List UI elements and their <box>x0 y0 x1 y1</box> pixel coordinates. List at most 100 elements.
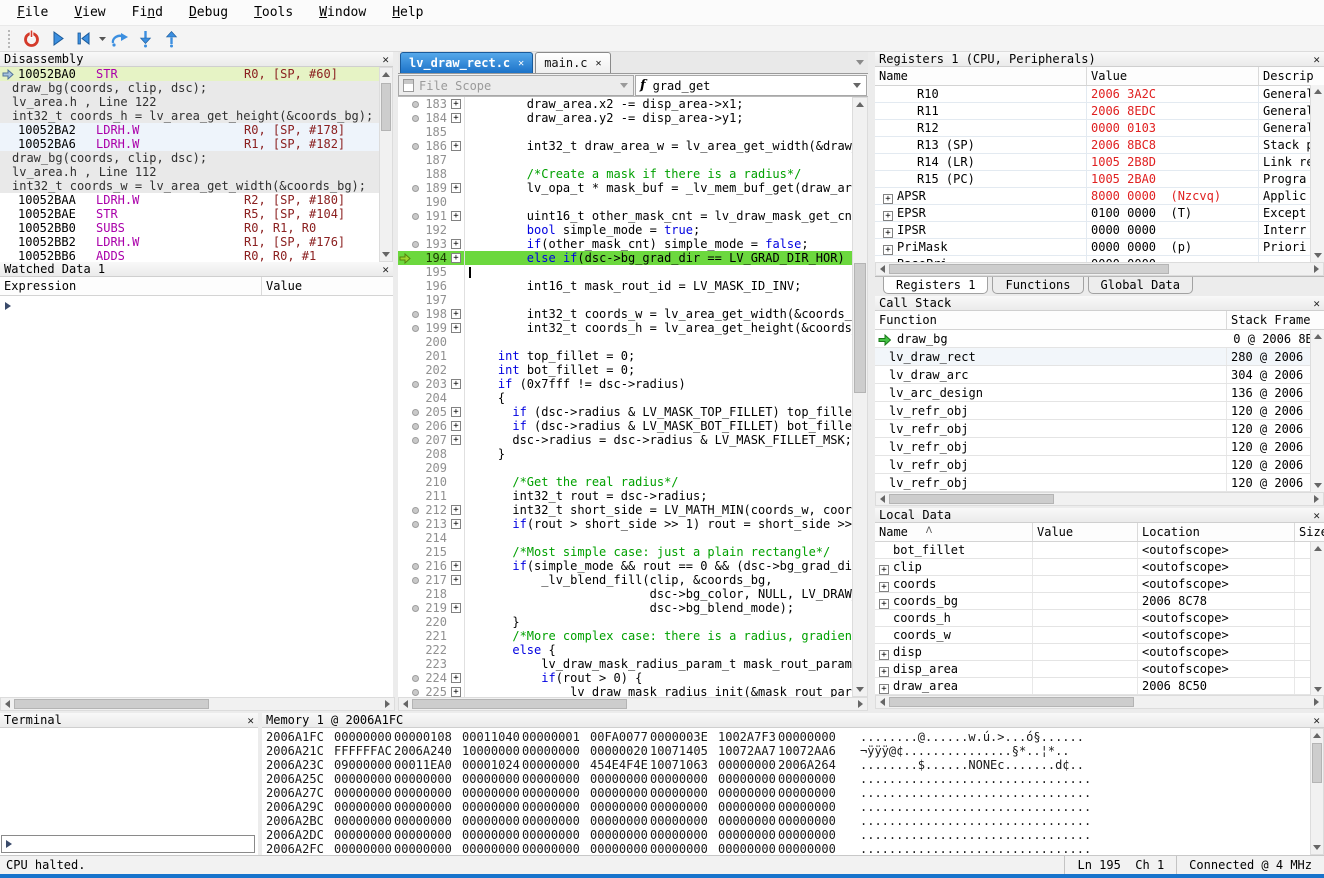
call-stack-row[interactable]: lv_refr_obj120 @ 2006 8F8 <box>875 438 1324 456</box>
fold-gutter[interactable] <box>447 223 464 237</box>
breakpoint-gutter[interactable] <box>411 251 420 265</box>
expand-icon[interactable]: + <box>879 582 889 592</box>
code-text[interactable]: } <box>464 447 852 461</box>
scrollbar-thumb[interactable] <box>1312 743 1322 783</box>
fold-gutter[interactable] <box>447 615 464 629</box>
memory-row[interactable]: 2006A1FC00000000000001080001104000000001… <box>266 730 1306 744</box>
code-text[interactable]: int top_fillet = 0; <box>464 349 852 363</box>
editor-horizontal-scrollbar[interactable] <box>398 697 868 711</box>
editor-tab-main.c[interactable]: main.c✕ <box>535 52 610 73</box>
fold-plus-icon[interactable]: + <box>451 407 461 417</box>
code-text[interactable]: if(rout > 0) { <box>464 671 852 685</box>
breakpoint-gutter[interactable] <box>411 167 420 181</box>
editor-line[interactable]: 216+ if(simple_mode && rout == 0 && (dsc… <box>398 559 852 573</box>
breakpoint-gutter[interactable] <box>411 545 420 559</box>
code-text[interactable]: dsc->bg_blend_mode); <box>464 601 852 615</box>
editor-line[interactable]: 214 <box>398 531 852 545</box>
expand-icon[interactable]: + <box>883 211 893 221</box>
breakpoint-gutter[interactable] <box>411 335 420 349</box>
scroll-left-icon[interactable] <box>876 493 889 505</box>
close-icon[interactable]: ✕ <box>1313 713 1320 728</box>
registers-horizontal-scrollbar[interactable] <box>875 262 1324 276</box>
local-data-row[interactable]: +disp<outofscope> <box>875 644 1324 661</box>
code-text[interactable]: int bot_fillet = 0; <box>464 363 852 377</box>
code-text[interactable] <box>464 195 852 209</box>
editor-line[interactable]: 195 <box>398 265 852 279</box>
scrollbar-thumb[interactable] <box>412 699 627 709</box>
memory-row[interactable]: 2006A29C00000000000000000000000000000000… <box>266 800 1306 814</box>
call-stack-row[interactable]: lv_draw_arc304 @ 2006 8CE <box>875 366 1324 384</box>
breakpoint-gutter[interactable] <box>411 419 420 433</box>
editor-line[interactable]: 190 <box>398 195 852 209</box>
expand-icon[interactable]: + <box>879 684 889 694</box>
code-text[interactable]: /*Most simple case: just a plain rectang… <box>464 545 852 559</box>
memory-row[interactable]: 2006A21CFFFFFFAC2006A2401000000000000000… <box>266 744 1306 758</box>
code-text[interactable]: bool simple_mode = true; <box>464 223 852 237</box>
breakpoint-gutter[interactable] <box>411 685 420 697</box>
terminal-input[interactable] <box>1 835 255 853</box>
editor-line[interactable]: 189+ lv_opa_t * mask_buf = _lv_mem_buf_g… <box>398 181 852 195</box>
breakpoint-gutter[interactable] <box>411 293 420 307</box>
editor-line[interactable]: 215 /*Most simple case: just a plain rec… <box>398 545 852 559</box>
editor-line[interactable]: 211 int32_t rout = dsc->radius; <box>398 489 852 503</box>
breakpoint-gutter[interactable] <box>411 503 420 517</box>
column-description[interactable]: Descrip <box>1259 67 1324 85</box>
scrollbar-thumb[interactable] <box>889 264 1169 274</box>
call-stack-row[interactable]: lv_draw_rect280 @ 2006 8BC <box>875 348 1324 366</box>
disasm-instruction-line[interactable]: 10052BA2LDRH.WR0, [SP, #178] <box>0 123 379 137</box>
memory-row[interactable]: 2006A2FC00000000000000000000000000000000… <box>266 842 1306 855</box>
fold-gutter[interactable]: + <box>447 517 464 531</box>
editor-line[interactable]: 224+ if(rout > 0) { <box>398 671 852 685</box>
close-icon[interactable]: ✕ <box>382 52 389 67</box>
fold-gutter[interactable]: + <box>447 251 464 265</box>
step-into-icon[interactable] <box>133 28 157 50</box>
column-value[interactable]: Value <box>1087 67 1259 85</box>
disasm-instruction-line[interactable]: 10052BAESTRR5, [SP, #104] <box>0 207 379 221</box>
code-text[interactable]: if(simple_mode && rout == 0 && (dsc->bg_… <box>464 559 852 573</box>
disasm-instruction-line[interactable]: 10052BB2LDRH.WR1, [SP, #176] <box>0 235 379 249</box>
power-icon[interactable] <box>19 28 43 50</box>
local-data-row[interactable]: +clip<outofscope> <box>875 559 1324 576</box>
fold-plus-icon[interactable]: + <box>451 505 461 515</box>
code-editor[interactable]: 183+ draw_area.x2 -= disp_area->x1;184+ … <box>398 97 852 697</box>
scroll-down-icon[interactable] <box>1311 249 1324 262</box>
breakpoint-gutter[interactable] <box>411 139 420 153</box>
breakpoint-gutter[interactable] <box>411 349 420 363</box>
fold-gutter[interactable]: + <box>447 209 464 223</box>
call-stack-row[interactable]: lv_refr_obj120 @ 2006 900 <box>875 456 1324 474</box>
column-name[interactable]: Nameᐱ <box>875 523 1033 541</box>
menu-find[interactable]: Find <box>119 2 176 23</box>
scroll-left-icon[interactable] <box>399 698 412 710</box>
editor-line[interactable]: 220 } <box>398 615 852 629</box>
scroll-right-icon[interactable] <box>854 698 867 710</box>
watched-data-new-row[interactable] <box>5 302 393 310</box>
close-icon[interactable]: ✕ <box>1313 508 1320 523</box>
code-text[interactable]: dsc->radius = dsc->radius & LV_MASK_FILL… <box>464 433 852 447</box>
fold-gutter[interactable]: + <box>447 559 464 573</box>
fold-gutter[interactable] <box>447 195 464 209</box>
editor-line[interactable]: 225+ lv_draw_mask_radius_init(&mask_rout… <box>398 685 852 697</box>
column-name[interactable]: Name <box>875 67 1087 85</box>
editor-line[interactable]: 210 /*Get the real radius*/ <box>398 475 852 489</box>
fold-plus-icon[interactable]: + <box>451 603 461 613</box>
breakpoint-gutter[interactable] <box>411 405 420 419</box>
disassembly-body[interactable]: 10052BA0STRR0, [SP, #60]draw_bg(coords, … <box>0 67 379 262</box>
breakpoint-gutter[interactable] <box>411 461 420 475</box>
code-text[interactable]: lv_draw_mask_radius_param_t mask_rout_pa… <box>464 657 852 671</box>
expand-icon[interactable]: + <box>879 650 889 660</box>
code-text[interactable]: { <box>464 391 852 405</box>
scroll-up-icon[interactable] <box>1311 85 1324 98</box>
code-text[interactable]: int32_t coords_w = lv_area_get_width(&co… <box>464 307 852 321</box>
call-stack-row[interactable]: lv_arc_design136 @ 2006 8E1 <box>875 384 1324 402</box>
breakpoint-gutter[interactable] <box>411 209 420 223</box>
breakpoint-gutter[interactable] <box>411 125 420 139</box>
fold-gutter[interactable]: + <box>447 377 464 391</box>
close-icon[interactable]: ✕ <box>518 58 524 69</box>
fold-gutter[interactable] <box>447 167 464 181</box>
scroll-down-icon[interactable] <box>380 248 392 261</box>
fold-gutter[interactable] <box>447 153 464 167</box>
editor-line[interactable]: 218 dsc->bg_color, NULL, LV_DRAW_MASK_ <box>398 587 852 601</box>
disasm-source-line[interactable]: draw_bg(coords, clip, dsc); <box>0 81 379 95</box>
register-row[interactable]: R14 (LR)1005 2B8DLink re <box>875 154 1324 171</box>
scrollbar-thumb[interactable] <box>889 697 1134 707</box>
